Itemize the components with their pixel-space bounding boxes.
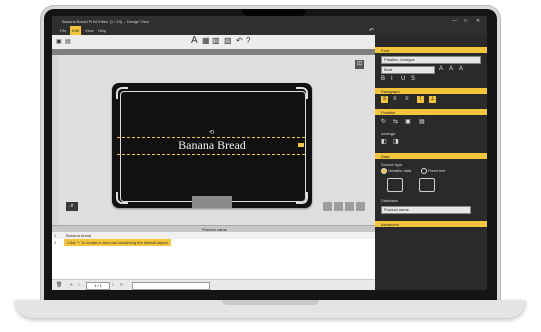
strikethrough-icon[interactable]: S: [411, 76, 415, 82]
section-position[interactable]: Position: [375, 109, 487, 115]
menu-file[interactable]: File: [58, 28, 68, 33]
label-title-text[interactable]: Banana Bread: [112, 138, 312, 153]
fit-icon[interactable]: [356, 202, 365, 211]
variable-data-icon[interactable]: [387, 178, 403, 192]
menu-help[interactable]: Help: [96, 28, 108, 33]
arrange-left-icon[interactable]: ◧: [381, 138, 387, 145]
valign-middle-icon[interactable]: ⊥: [429, 96, 436, 103]
section-advanced-label: Advanced: [381, 222, 399, 227]
back-arrow-icon[interactable]: ↶: [367, 27, 376, 34]
arrange-center-icon[interactable]: ◨: [393, 138, 399, 145]
shape-icon[interactable]: ▧: [224, 36, 232, 45]
navigation-bar: 🗑 « ‹ 1 / 1 › »: [52, 279, 375, 290]
app-screen: Banana Bread Print Editor (1 / 24) – Des…: [52, 16, 487, 290]
source-type-label: Source type: [381, 162, 403, 167]
variable-data-label: Variable data: [388, 168, 412, 173]
italic-icon[interactable]: I: [391, 76, 393, 82]
fixed-text-icon[interactable]: [419, 178, 435, 192]
table-row[interactable]: 1 Banana bread: [52, 232, 375, 239]
fixed-text-radio[interactable]: [421, 168, 427, 174]
font-weight-select[interactable]: Bold: [381, 66, 435, 74]
clear-format-icon[interactable]: A: [459, 66, 463, 72]
section-position-label: Position: [381, 110, 396, 115]
undo-icon[interactable]: ↶: [236, 36, 243, 45]
resize-handle[interactable]: [298, 143, 304, 147]
print-icon[interactable]: ▣: [56, 38, 62, 45]
properties-panel: Font Palatino Linotype Bold A A A B I U …: [375, 35, 487, 290]
align-text-left-icon[interactable]: ≡: [381, 96, 388, 103]
prev-page-button[interactable]: ‹: [78, 282, 80, 288]
bold-icon[interactable]: B: [381, 76, 385, 82]
menu-bar: File Edit View Help ↶: [52, 26, 487, 35]
section-paragraph[interactable]: Paragraph: [375, 88, 487, 94]
arrange-label: Arrange: [381, 131, 396, 136]
valign-top-icon[interactable]: ⊤: [417, 96, 424, 103]
corner-ornament: [296, 87, 308, 99]
table-row[interactable]: 2 Click '+' to create a new row containi…: [52, 239, 375, 246]
first-page-button[interactable]: «: [70, 282, 73, 288]
section-font-label: Font: [381, 48, 390, 53]
page-indicator[interactable]: 1 / 1: [86, 282, 110, 290]
align-left-icon[interactable]: [323, 202, 332, 211]
title-bar: Banana Bread Print Editor (1 / 24) – Des…: [52, 16, 487, 26]
last-page-button[interactable]: »: [120, 282, 123, 288]
laptop-opening-lip: [222, 300, 319, 305]
row-number: 1: [54, 233, 57, 238]
align-text-center-icon[interactable]: ≡: [393, 96, 397, 102]
main-toolbar: ▣ ▤ A ▦ ▥ ▧ ↶ ?: [52, 35, 375, 50]
label-tab: [192, 196, 232, 208]
close-button[interactable]: ✕: [476, 18, 480, 24]
section-data-label: Data: [381, 154, 390, 159]
corner-ornament: [296, 192, 308, 204]
send-back-icon[interactable]: ▤: [419, 118, 425, 125]
lock-icon[interactable]: ⊡: [355, 60, 364, 69]
align-text-right-icon[interactable]: ≡: [405, 96, 409, 102]
help-icon[interactable]: ?: [246, 36, 250, 45]
data-grid: Product name 1 Banana bread 2 Click '+' …: [52, 225, 375, 280]
align-center-icon[interactable]: [334, 202, 343, 211]
next-page-button[interactable]: ›: [112, 282, 114, 288]
section-paragraph-label: Paragraph: [381, 89, 400, 94]
rotate-handle-icon[interactable]: ⟲: [209, 129, 214, 136]
font-family-select[interactable]: Palatino Linotype: [381, 56, 481, 64]
database-label: Database: [381, 198, 399, 203]
font-size-down-icon[interactable]: A: [449, 66, 453, 72]
database-select[interactable]: Product name: [381, 206, 471, 214]
underline-icon[interactable]: U: [401, 76, 405, 82]
search-input[interactable]: [132, 282, 210, 290]
corner-ornament: [116, 192, 128, 204]
rotate-icon[interactable]: ↻: [381, 118, 386, 125]
save-icon[interactable]: ▤: [65, 38, 71, 45]
flip-icon[interactable]: ⇆: [393, 118, 398, 125]
minimize-button[interactable]: —: [452, 18, 457, 24]
barcode-icon[interactable]: ▥: [212, 36, 220, 45]
align-right-icon[interactable]: [345, 202, 354, 211]
menu-view[interactable]: View: [83, 28, 96, 33]
menu-edit[interactable]: Edit: [70, 26, 81, 35]
corner-ornament: [116, 87, 128, 99]
variable-data-radio[interactable]: [381, 168, 387, 174]
image-icon[interactable]: ▦: [202, 36, 210, 45]
section-font[interactable]: Font: [375, 47, 487, 53]
zoom-icon[interactable]: ⌕: [66, 202, 78, 211]
row-hint: Click '+' to create a new row containing…: [64, 239, 171, 246]
delete-icon[interactable]: 🗑: [56, 282, 62, 288]
label-preview[interactable]: ⟲ Banana Bread: [112, 83, 312, 208]
maximize-button[interactable]: □: [464, 18, 467, 24]
window-title: Banana Bread Print Editor (1 / 24) – Des…: [62, 19, 149, 24]
row-number: 2: [54, 240, 57, 245]
section-data[interactable]: Data: [375, 153, 487, 159]
fixed-text-label: Fixed text: [428, 168, 446, 173]
section-advanced[interactable]: Advanced: [375, 221, 487, 227]
row-value[interactable]: Banana bread: [66, 233, 91, 238]
camera-notch: [242, 9, 306, 16]
bring-front-icon[interactable]: ▣: [405, 118, 411, 125]
text-tool-button[interactable]: A: [191, 35, 198, 46]
font-size-up-icon[interactable]: A: [439, 66, 443, 72]
